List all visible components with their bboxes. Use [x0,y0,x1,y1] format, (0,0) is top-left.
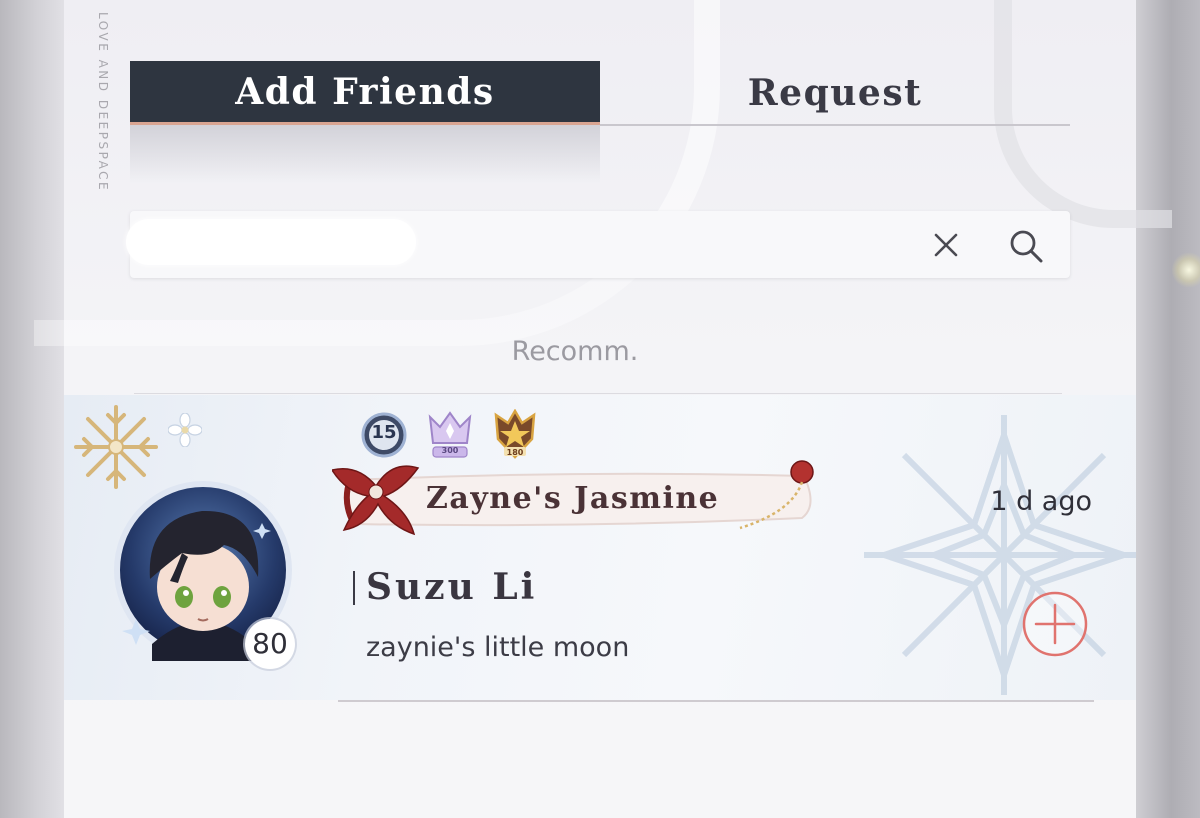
player-signature: zaynie's little moon [366,632,630,663]
snowflake-emblem-icon [864,415,1136,695]
crown-medal-label: 300 [441,446,459,455]
player-title: Zayne's Jasmine [426,481,720,516]
white-flower-icon [168,413,202,447]
tab-request-label: Request [747,71,923,114]
tab-bar: Add Friends Request [130,61,1070,126]
search-icon[interactable] [1007,227,1045,265]
tab-request[interactable]: Request [600,61,1070,126]
level-badge: 80 [245,619,295,669]
tab-add-friends-label: Add Friends [235,70,495,113]
add-friend-button[interactable] [1022,591,1088,657]
light-sparkle [1172,252,1200,288]
level-medal-label: 15 [371,422,397,443]
brand-vertical-text: LOVE AND DEEPSPACE [96,12,110,193]
close-icon[interactable] [933,232,959,258]
card-divider [338,700,1094,702]
section-divider [134,393,1062,394]
search-bar: redacted [126,211,1070,278]
tab-add-friends[interactable]: Add Friends [130,61,600,125]
tab-active-glow [130,125,600,183]
section-recommended-label: Recomm. [511,336,639,367]
player-name: Suzu Li [366,566,538,608]
last-online-time: 1 d ago [990,486,1092,517]
search-input[interactable]: redacted [126,219,416,265]
name-accent-bar [353,571,355,605]
